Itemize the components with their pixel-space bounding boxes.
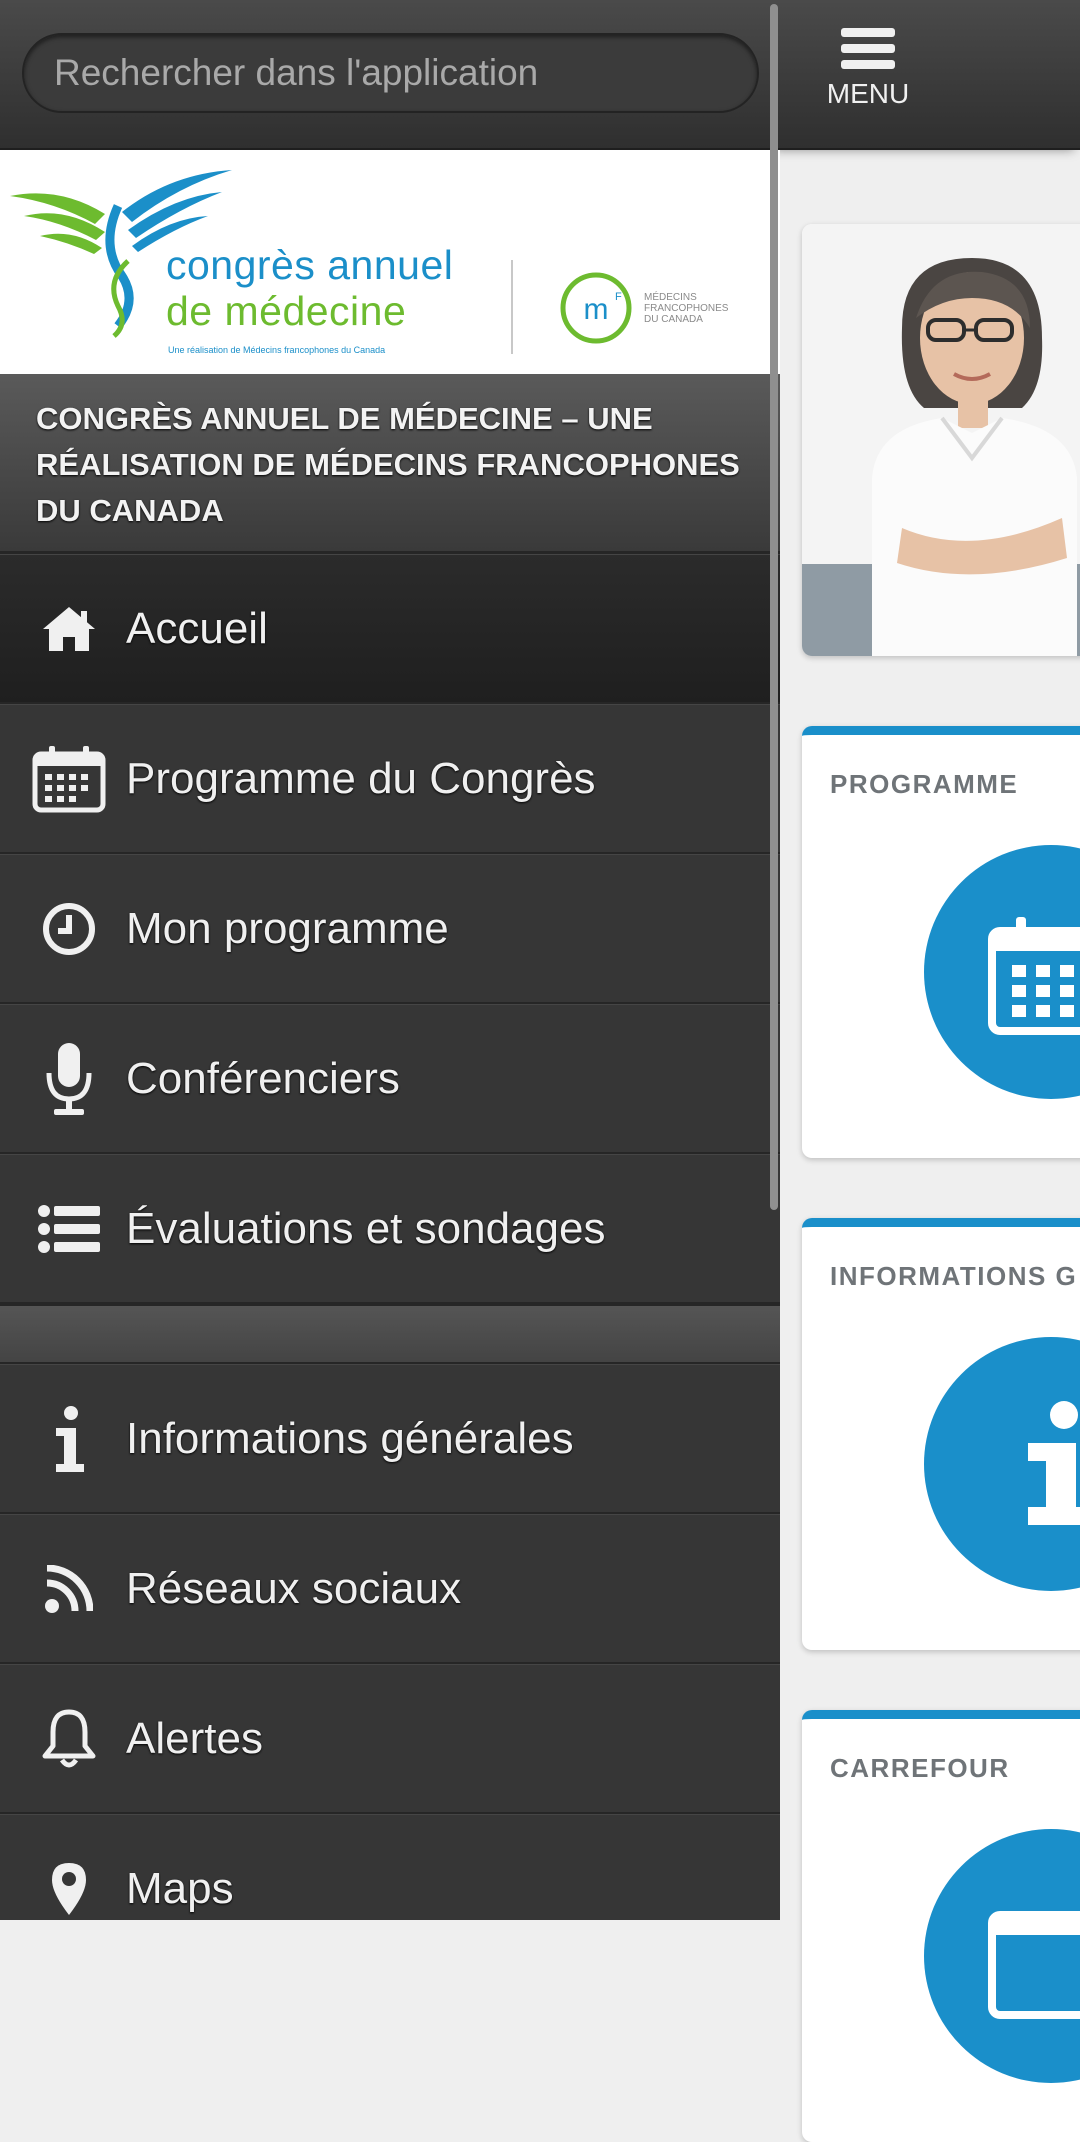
svg-text:m: m [584,293,609,326]
menu-item-label: Conférenciers [126,1053,400,1103]
bell-icon [0,1708,126,1770]
map-pin-icon [0,1861,126,1917]
tile-label: CARREFOUR [830,1753,1010,1783]
logo-title-line2: de médecine [166,288,407,334]
menu-item-programme-congres[interactable]: Programme du Congrès [0,704,780,854]
congress-title: CONGRÈS ANNUEL DE MÉDECINE – UNE RÉALISA… [0,374,780,554]
menu-item-evaluations[interactable]: Évaluations et sondages [0,1154,780,1304]
menu-item-label: Mon programme [126,903,449,953]
search-input[interactable] [22,33,759,113]
clock-icon [0,902,126,956]
main-menu: Accueil Programme du Congrès Mon program… [0,554,780,1304]
tile-label: PROGRAMME [830,769,1019,799]
calendar-icon [0,744,126,814]
microphone-icon [0,1041,126,1117]
doctor-photo [872,258,1077,656]
menu-item-label: Accueil [126,603,268,653]
menu-item-accueil[interactable]: Accueil [0,554,780,704]
menu-item-mon-programme[interactable]: Mon programme [0,854,780,1004]
congress-logo: congrès annuel de médecine Une réalisati… [0,150,780,374]
logo-divider [511,260,513,354]
menu-item-label: Informations générales [126,1413,574,1463]
tile-carrefour[interactable]: CARREFOUR [802,1710,1080,2142]
search-bar [0,0,780,150]
hero-banner[interactable] [802,224,1080,656]
navigation-drawer: congrès annuel de médecine Une réalisati… [0,0,780,1920]
list-icon [0,1204,126,1253]
menu-button-label: MENU [826,78,910,109]
tile-icon-circle [924,1829,1080,2083]
calendar-icon [988,1911,1080,2019]
main-content: PROGRAMME INFORMATIONS G CARREFOUR [780,150,1080,2142]
logo-title-line1: congrès annuel [166,242,454,288]
menu-item-label: Réseaux sociaux [126,1563,462,1613]
secondary-menu: Informations générales Réseaux sociaux A… [0,1364,780,1920]
tile-icon-circle [924,845,1080,1099]
menu-item-label: Programme du Congrès [126,753,596,803]
menu-item-reseaux-sociaux[interactable]: Réseaux sociaux [0,1514,780,1664]
calendar-icon [988,917,1080,1035]
tile-icon-circle [924,1337,1080,1591]
info-icon [0,1405,126,1472]
home-icon [0,605,126,653]
menu-item-maps[interactable]: Maps [0,1814,780,1920]
menu-item-label: Évaluations et sondages [126,1203,606,1253]
tile-programme[interactable]: PROGRAMME [802,726,1080,1158]
menu-item-alertes[interactable]: Alertes [0,1664,780,1814]
menu-section-divider [0,1304,780,1364]
menu-button[interactable]: MENU [818,28,918,128]
rss-icon [0,1564,126,1613]
svg-text:F: F [615,291,622,303]
menu-item-label: Alertes [126,1713,263,1763]
tile-informations[interactable]: INFORMATIONS G [802,1218,1080,1650]
app-header: MENU [780,0,1080,150]
tile-label: INFORMATIONS G [830,1261,1078,1291]
mf-logo-icon: m F [560,272,632,344]
drawer-scrollbar[interactable] [770,4,778,1210]
menu-item-informations[interactable]: Informations générales [0,1364,780,1514]
logo-tagline: Une réalisation de Médecins francophones… [168,345,386,355]
mf-partner-text: MÉDECINS FRANCOPHONES DU CANADA [644,292,729,325]
menu-item-conferenciers[interactable]: Conférenciers [0,1004,780,1154]
menu-item-label: Maps [126,1863,234,1913]
info-icon [1028,1401,1080,1525]
hamburger-icon [841,28,895,69]
